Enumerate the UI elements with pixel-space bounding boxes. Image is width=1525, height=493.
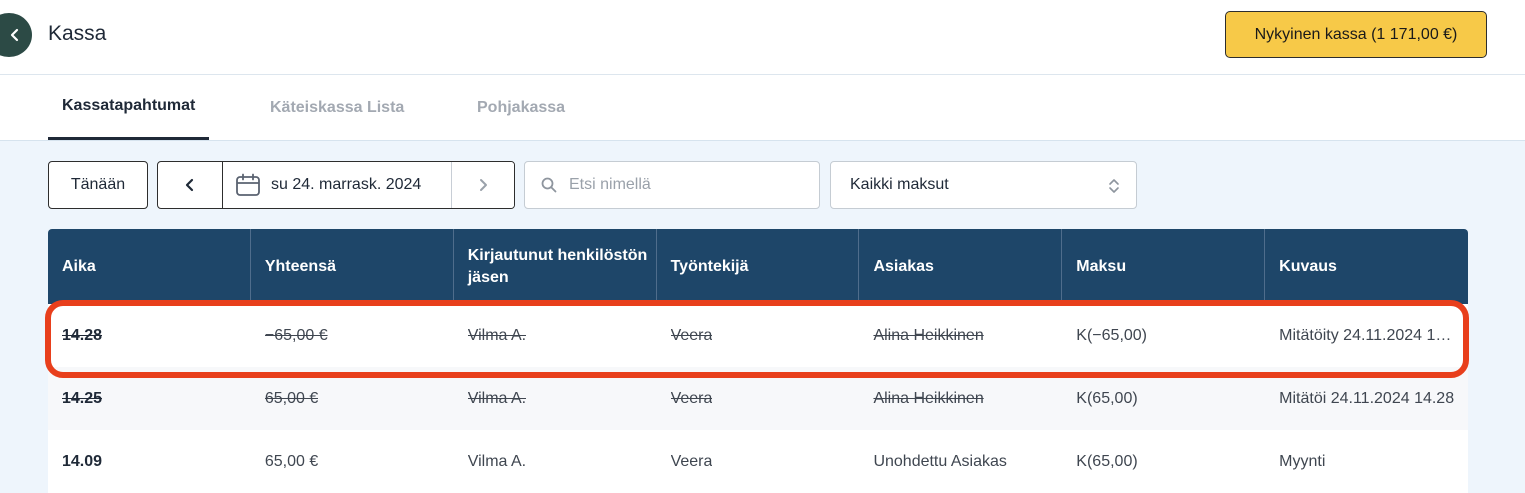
today-button[interactable]: Tänään [48,161,148,209]
payment-filter-select[interactable]: Kaikki maksut [830,161,1137,209]
cell-payment: K(65,00) [1076,452,1138,470]
payment-filter-value: Kaikki maksut [850,176,949,193]
tab-kassatapahtumat[interactable]: Kassatapahtumat [48,75,210,140]
cell-customer: Unohdettu Asiakas [873,452,1007,470]
calendar-icon [236,173,260,196]
cell-total: −65,00 € [264,326,328,344]
cell-total: 65,00 € [264,389,319,407]
table-row[interactable]: 14.09 65,00 € Vilma A. Veera Unohdettu A… [48,430,1468,493]
transactions-table: Aika Yhteensä Kirjautunut henkilöstön jä… [48,229,1468,493]
tab-pohjakassa[interactable]: Pohjakassa [477,75,565,140]
date-navigator: su 24. marrask. 2024 [157,161,515,209]
cell-staff: Vilma A. [467,389,527,407]
search-box [524,161,820,209]
previous-day-button[interactable] [158,162,223,208]
tab-bar: Kassatapahtumat Käteiskassa Lista Pohjak… [0,75,1525,141]
table-row[interactable]: 14.28 −65,00 € Vilma A. Veera Alina Heik… [48,304,1468,367]
cell-staff: Vilma A. [467,452,527,470]
cell-staff: Vilma A. [467,326,527,344]
date-value: su 24. marrask. 2024 [271,176,422,193]
cell-description: Myynti [1279,452,1326,470]
cell-customer: Alina Heikkinen [873,389,984,407]
cell-description: Mitätöi 24.11.2024 14.28 [1279,389,1455,407]
table-row[interactable]: 14.25 65,00 € Vilma A. Veera Alina Heikk… [48,367,1468,430]
table-header: Aika Yhteensä Kirjautunut henkilöstön jä… [48,229,1468,304]
chevron-right-icon [480,179,487,191]
cell-time: 14.09 [62,452,103,470]
column-header-kuvaus[interactable]: Kuvaus [1265,229,1468,304]
column-header-staff[interactable]: Kirjautunut henkilöstön jäsen [454,229,657,304]
date-picker[interactable]: su 24. marrask. 2024 [223,162,452,208]
column-header-maksu[interactable]: Maksu [1062,229,1266,304]
cell-description: Mitätöity 24.11.2024 14.25 [1279,326,1460,344]
select-arrows-icon [1109,179,1119,193]
cell-employee: Veera [670,326,713,344]
top-bar: Kassa Nykyinen kassa (1 171,00 €) [0,0,1525,75]
cell-payment: K(65,00) [1076,389,1138,407]
back-button[interactable] [0,13,32,57]
tab-kateiskassa-lista[interactable]: Käteiskassa Lista [270,75,404,140]
current-register-button[interactable]: Nykyinen kassa (1 171,00 €) [1225,11,1487,58]
chevron-left-icon [10,28,19,42]
search-input[interactable] [567,175,801,195]
cell-employee: Veera [670,389,713,407]
cell-customer: Alina Heikkinen [873,326,984,344]
cell-employee: Veera [670,452,713,470]
chevron-left-icon [185,178,194,192]
cell-time: 14.28 [62,326,103,344]
column-header-asiakas[interactable]: Asiakas [859,229,1063,304]
page-title: Kassa [48,22,107,45]
next-day-button[interactable] [452,162,514,208]
cell-time: 14.25 [62,389,103,407]
cell-total: 65,00 € [264,452,319,470]
column-header-aika[interactable]: Aika [48,229,251,304]
column-header-tyontekija[interactable]: Työntekijä [657,229,860,304]
column-header-yhteensa[interactable]: Yhteensä [251,229,454,304]
search-icon [541,177,557,193]
cell-payment: K(−65,00) [1076,326,1148,344]
